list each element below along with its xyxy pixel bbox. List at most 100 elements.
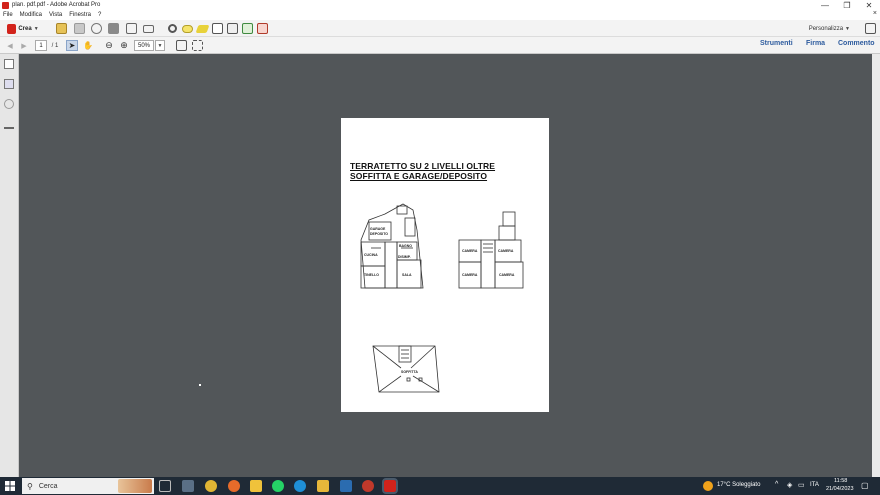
- navigation-toolbar: ◀ ▶ 1 / 1 ➤ ✋ ⊖ ⊕ 50% ▼: [0, 37, 880, 54]
- comment-button[interactable]: [181, 23, 193, 34]
- language-indicator[interactable]: ITA: [810, 482, 819, 488]
- notes-icon[interactable]: [250, 480, 262, 492]
- network-icon[interactable]: ◈: [787, 481, 792, 489]
- print-icon: [107, 23, 119, 34]
- select-tool-button[interactable]: ➤: [66, 40, 78, 51]
- full-screen-icon: [191, 40, 203, 51]
- menu-finestra[interactable]: Finestra: [69, 12, 91, 18]
- attachment-icon[interactable]: [4, 99, 14, 109]
- close-button[interactable]: ✕: [858, 0, 880, 10]
- folder-open-icon: [55, 23, 67, 34]
- search-placeholder: Cerca: [38, 482, 58, 490]
- minimize-button[interactable]: —: [814, 0, 836, 10]
- menu-help[interactable]: ?: [98, 12, 101, 18]
- zoom-input[interactable]: 50%: [134, 40, 154, 51]
- chrome-icon[interactable]: [205, 480, 217, 492]
- floor-plan-attic: SOFFITTA: [371, 344, 443, 396]
- window-title: plan. pdf.pdf - Adobe Acrobat Pro: [12, 2, 101, 8]
- menu-vista[interactable]: Vista: [49, 12, 62, 18]
- mail-icon[interactable]: [340, 480, 352, 492]
- stamp-button[interactable]: [211, 23, 223, 34]
- create-button[interactable]: Crea ▼: [4, 23, 42, 34]
- widgets-icon[interactable]: [182, 480, 194, 492]
- room-label-sala: SALA: [402, 273, 412, 277]
- floor-plan-first: CAMERA CAMERA CAMERA CAMERA: [455, 208, 527, 290]
- compare-button[interactable]: [226, 23, 238, 34]
- speech-bubble-icon: [181, 24, 193, 33]
- weather-text[interactable]: 17°C Soleggiato: [717, 482, 760, 488]
- document-title-line-1: TERRATETTO SU 2 LIVELLI OLTRE: [350, 161, 496, 171]
- close-document-button[interactable]: ×: [873, 10, 877, 17]
- file-explorer-icon[interactable]: [317, 480, 329, 492]
- gear-icon: [167, 24, 177, 33]
- share-button[interactable]: [256, 23, 268, 34]
- vertical-scrollbar[interactable]: [872, 54, 880, 477]
- chevron-down-icon: ▼: [33, 25, 39, 32]
- hand-icon: ✋: [83, 41, 93, 50]
- firefox-icon[interactable]: [228, 480, 240, 492]
- next-page-button[interactable]: ▶: [19, 40, 29, 51]
- create-pdf-icon: [7, 23, 17, 34]
- email-button[interactable]: [142, 23, 154, 34]
- page-thumbnails-icon[interactable]: [4, 59, 14, 69]
- media-app-icon[interactable]: [362, 480, 374, 492]
- previous-page-button[interactable]: ◀: [5, 40, 15, 51]
- room-label-bagno: BAGNO: [399, 244, 413, 248]
- export-button[interactable]: [241, 23, 253, 34]
- sun-icon: [703, 481, 713, 491]
- acrobat-taskbar-icon[interactable]: [382, 478, 398, 494]
- windows-start-icon[interactable]: [5, 481, 15, 491]
- main-toolbar: Crea ▼ Personalizza ▼: [0, 20, 880, 37]
- whatsapp-icon[interactable]: [272, 480, 284, 492]
- menu-modifica[interactable]: Modifica: [20, 12, 42, 18]
- taskbar-search[interactable]: ⚲ Cerca: [22, 478, 154, 494]
- display-icon[interactable]: ▭: [798, 481, 805, 489]
- notifications-icon[interactable]: ▢: [861, 481, 869, 490]
- customize-dropdown[interactable]: Personalizza ▼: [809, 23, 850, 34]
- highlighter-icon: [195, 24, 209, 33]
- edit-button[interactable]: [125, 23, 137, 34]
- highlight-button[interactable]: [195, 23, 209, 34]
- tools-link[interactable]: Strumenti: [760, 40, 793, 47]
- page-total: / 1: [51, 42, 59, 49]
- expand-button[interactable]: [864, 23, 876, 34]
- settings-button[interactable]: [166, 23, 178, 34]
- comment-link[interactable]: Commento: [838, 40, 875, 47]
- edge-icon[interactable]: [294, 480, 306, 492]
- chevron-down-icon: ▼: [157, 42, 163, 49]
- clock-date[interactable]: 21/04/2023: [826, 486, 854, 492]
- page-number-input[interactable]: 1: [35, 40, 47, 51]
- restore-button[interactable]: ❐: [836, 0, 858, 10]
- floor-plan-ground-drawing: [360, 203, 424, 289]
- envelope-icon: [142, 24, 154, 33]
- zoom-dropdown[interactable]: ▼: [155, 40, 165, 51]
- room-label-camera-4: CAMERA: [499, 273, 515, 277]
- task-view-icon[interactable]: [159, 480, 171, 492]
- chevron-up-icon[interactable]: ^: [775, 481, 778, 488]
- zoom-in-button[interactable]: ⊕: [118, 40, 130, 51]
- clock-time[interactable]: 11:58: [834, 478, 847, 484]
- cloud-button[interactable]: [90, 23, 102, 34]
- arrow-down-icon: ▶: [21, 42, 27, 50]
- search-highlight-image-icon: [118, 479, 152, 493]
- arrow-up-icon: ◀: [7, 42, 13, 50]
- print-button[interactable]: [107, 23, 119, 34]
- cloud-icon: [90, 23, 102, 34]
- menu-file[interactable]: File: [3, 12, 13, 18]
- signature-icon[interactable]: [4, 119, 14, 129]
- room-label-camera-3: CAMERA: [462, 273, 478, 277]
- document-export-icon: [241, 23, 253, 34]
- sign-link[interactable]: Firma: [806, 40, 825, 47]
- open-button[interactable]: [55, 23, 67, 34]
- navigation-pane: [0, 54, 19, 477]
- save-button[interactable]: [73, 23, 85, 34]
- room-label-disimp: DISIMP.: [398, 255, 411, 259]
- full-screen-button[interactable]: [191, 40, 203, 51]
- hand-tool-button[interactable]: ✋: [82, 40, 94, 51]
- title-bar: plan. pdf.pdf - Adobe Acrobat Pro — ❐ ✕: [0, 0, 880, 10]
- document-title-line-2: SOFFITTA E GARAGE/DEPOSITO: [350, 171, 488, 181]
- fit-page-button[interactable]: [175, 40, 187, 51]
- bookmark-icon[interactable]: [4, 79, 14, 89]
- zoom-out-button[interactable]: ⊖: [103, 40, 115, 51]
- room-label-tinello: TINELLO: [364, 273, 379, 277]
